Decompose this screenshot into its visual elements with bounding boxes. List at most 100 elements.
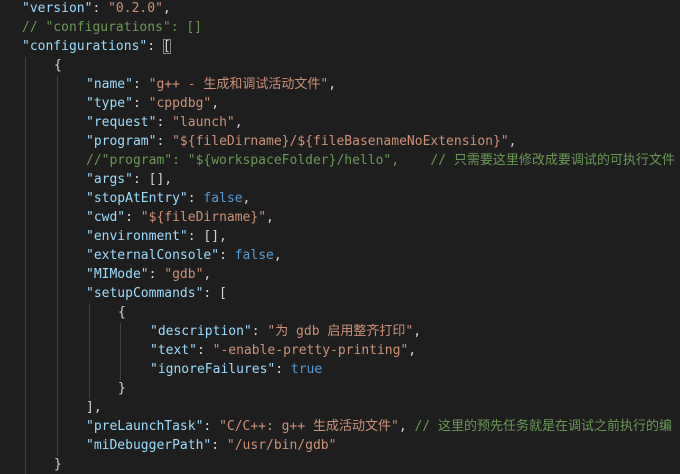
json-punctuation: : (156, 134, 173, 149)
json-key: "text" (150, 343, 197, 358)
json-string: "/usr/bin/gdb" (226, 438, 337, 453)
json-key: "cwd" (86, 210, 126, 225)
json-punctuation: : (196, 343, 213, 358)
json-punctuation: { (118, 305, 126, 320)
json-boolean: false (203, 191, 243, 206)
code-line[interactable]: "args": [], (86, 170, 172, 189)
json-string: "cppdbg" (148, 96, 212, 111)
json-punctuation: , (408, 343, 417, 358)
json-key: "preLaunchTask" (86, 419, 204, 434)
json-key: "ignoreFailures" (150, 362, 276, 377)
json-punctuation: : (132, 77, 149, 92)
json-punctuation: , (266, 210, 274, 225)
json-key: "type" (86, 96, 133, 111)
json-punctuation: , (242, 191, 251, 206)
json-key: "version" (22, 1, 93, 16)
json-string: "-enable-pretty-printing" (212, 343, 409, 358)
json-punctuation: , (273, 248, 282, 263)
code-line[interactable]: "ignoreFailures": true (150, 360, 322, 379)
code-comment: // "configurations": [] (22, 20, 203, 35)
json-key: "externalConsole" (86, 248, 220, 263)
code-line[interactable]: { (118, 303, 126, 322)
json-key: "name" (86, 77, 133, 92)
code-line[interactable]: } (54, 455, 62, 474)
json-string: "${fileDirname}" (140, 210, 267, 225)
code-line[interactable]: ], (86, 398, 102, 417)
json-punctuation: : (219, 248, 235, 263)
json-punctuation: : (187, 191, 204, 206)
code-line[interactable]: "miDebuggerPath": "/usr/bin/gdb" (86, 436, 336, 455)
json-string: "g++ - 生成和调试活动文件" (148, 77, 329, 92)
code-line[interactable]: // "configurations": [] (22, 18, 202, 37)
code-line[interactable]: "stopAtEntry": false, (86, 189, 250, 208)
json-punctuation: , (413, 324, 422, 339)
json-key: "program" (86, 134, 157, 149)
json-key: "description" (150, 324, 252, 339)
code-line[interactable]: { (54, 56, 62, 75)
json-key: "setupCommands" (86, 286, 204, 301)
json-key: "request" (86, 115, 157, 130)
json-punctuation: ], (86, 400, 102, 415)
json-punctuation: : (148, 267, 165, 282)
json-punctuation: : (251, 324, 268, 339)
code-line[interactable]: "request": "launch", (86, 113, 243, 132)
indent-guide-level-4 (120, 323, 121, 380)
json-punctuation: : [], (187, 229, 227, 244)
json-key: "MIMode" (86, 267, 149, 282)
json-key: "args" (86, 172, 133, 187)
code-line[interactable]: "text": "-enable-pretty-printing", (150, 341, 416, 360)
code-line[interactable]: "version": "0.2.0", (22, 0, 171, 18)
json-punctuation: } (118, 381, 126, 396)
json-punctuation: : (156, 115, 173, 130)
json-boolean: true (290, 362, 323, 377)
json-string: "C/C++: g++ 生成活动文件" (219, 419, 399, 434)
code-line[interactable]: "externalConsole": false, (86, 246, 282, 265)
json-boolean: false (234, 248, 274, 263)
code-line[interactable]: "configurations": [ (22, 37, 171, 56)
json-string: "gdb" (164, 267, 204, 282)
json-punctuation: : (125, 210, 141, 225)
json-punctuation: : [], (132, 172, 173, 187)
code-line[interactable]: } (118, 379, 126, 398)
indent-guide-level-3 (89, 304, 90, 399)
code-line[interactable]: "setupCommands": [ (86, 284, 227, 303)
code-comment: // 这里的预先任务就是在调试之前执行的编 (414, 419, 672, 434)
json-punctuation: : (147, 39, 163, 54)
indent-guide-level-2 (57, 76, 58, 456)
json-string: "为 gdb 启用整齐打印" (267, 324, 414, 339)
json-punctuation: , (162, 1, 171, 16)
json-key: "environment" (86, 229, 188, 244)
json-punctuation: : (92, 1, 109, 16)
json-string: "${fileDirname}/${fileBasenameNoExtensio… (172, 134, 509, 149)
json-punctuation: : (211, 438, 227, 453)
json-punctuation: { (54, 58, 62, 73)
code-comment: //"program": "${workspaceFolder}/hello",… (86, 153, 675, 168)
json-punctuation: , (508, 134, 517, 149)
json-key: "configurations" (22, 39, 148, 54)
json-bracket-highlight: [ (162, 39, 171, 54)
code-line[interactable]: //"program": "${workspaceFolder}/hello",… (86, 151, 675, 170)
json-punctuation: , (328, 77, 337, 92)
code-editor[interactable]: "version": "0.2.0", // "configurations": … (0, 0, 680, 474)
code-line[interactable]: "program": "${fileDirname}/${fileBasenam… (86, 132, 516, 151)
json-punctuation: : [ (203, 286, 227, 301)
json-punctuation: , (211, 96, 220, 111)
json-key: "stopAtEntry" (86, 191, 188, 206)
json-punctuation: : (275, 362, 291, 377)
code-line[interactable]: "cwd": "${fileDirname}", (86, 208, 274, 227)
json-punctuation: , (203, 267, 212, 282)
json-punctuation: } (54, 457, 62, 472)
json-punctuation: : (132, 96, 149, 111)
code-line[interactable]: "name": "g++ - 生成和调试活动文件", (86, 75, 336, 94)
code-line[interactable]: "MIMode": "gdb", (86, 265, 211, 284)
json-string: "launch" (172, 115, 235, 130)
json-punctuation: , (234, 115, 243, 130)
json-punctuation: , (398, 419, 415, 434)
code-line[interactable]: "environment": [], (86, 227, 227, 246)
json-key: "miDebuggerPath" (86, 438, 212, 453)
code-line[interactable]: "type": "cppdbg", (86, 94, 219, 113)
indent-guide-level-1 (25, 57, 26, 474)
json-punctuation: : (203, 419, 220, 434)
code-line[interactable]: "description": "为 gdb 启用整齐打印", (150, 322, 421, 341)
code-line[interactable]: "preLaunchTask": "C/C++: g++ 生成活动文件", //… (86, 417, 672, 436)
